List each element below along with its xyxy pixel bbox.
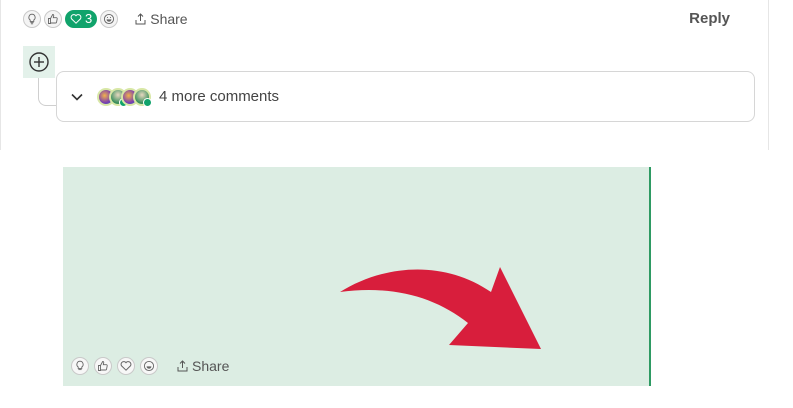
commenter-avatars xyxy=(97,87,152,107)
love-reaction-count: 3 xyxy=(85,11,93,26)
chevron-down-icon xyxy=(71,93,83,101)
insightful-reaction-button[interactable] xyxy=(71,357,89,375)
laugh-icon xyxy=(104,13,115,25)
comment-card: 3 Share Reply 4 more comments xyxy=(0,0,769,150)
funny-reaction-button[interactable] xyxy=(100,10,119,28)
share-label: Share xyxy=(192,358,230,374)
reaction-bar: 3 Share xyxy=(23,9,188,29)
more-comments-toggle[interactable]: 4 more comments xyxy=(56,71,755,122)
avatar xyxy=(133,87,152,107)
share-icon xyxy=(135,13,146,25)
heart-icon xyxy=(120,361,132,371)
heart-icon xyxy=(70,14,82,24)
embedded-image-panel: Share xyxy=(63,167,651,386)
expand-thread-button[interactable] xyxy=(23,46,55,78)
plus-circle-icon xyxy=(29,52,49,72)
laugh-icon xyxy=(143,360,155,372)
lightbulb-icon xyxy=(76,360,84,371)
thread-connector xyxy=(38,78,58,106)
curved-arrow-graphic xyxy=(340,267,541,349)
lightbulb-icon xyxy=(28,13,36,25)
share-button[interactable]: Share xyxy=(135,11,188,27)
share-icon xyxy=(177,360,188,372)
love-reaction-button[interactable] xyxy=(117,357,135,375)
thumbs-up-icon xyxy=(48,14,58,24)
image-reaction-bar: Share xyxy=(71,357,229,375)
thumbs-up-icon xyxy=(98,361,108,371)
reply-button[interactable]: Reply xyxy=(689,10,730,27)
like-reaction-button[interactable] xyxy=(94,357,112,375)
like-reaction-button[interactable] xyxy=(44,10,62,28)
share-label: Share xyxy=(150,11,188,27)
more-comments-label: 4 more comments xyxy=(159,88,280,105)
share-button[interactable]: Share xyxy=(177,358,229,374)
insightful-reaction-button[interactable] xyxy=(23,10,41,28)
love-reaction-button[interactable]: 3 xyxy=(65,10,98,28)
funny-reaction-button[interactable] xyxy=(140,357,158,375)
